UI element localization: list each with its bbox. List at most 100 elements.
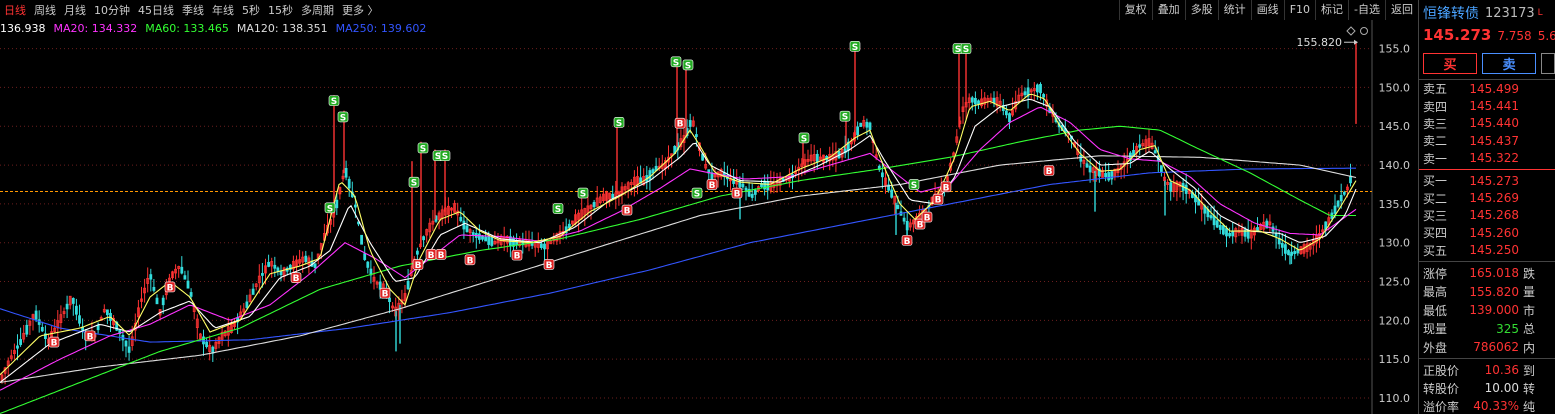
period-tab-7[interactable]: 5秒	[238, 2, 264, 18]
period-tab-2[interactable]: 月线	[60, 2, 90, 18]
buy-signal-marker[interactable]: B	[412, 259, 424, 271]
tool-button-0[interactable]: 复权	[1118, 0, 1152, 20]
sell-signal-marker[interactable]: S	[552, 203, 564, 216]
buy-signal-marker[interactable]: B	[164, 281, 176, 294]
candle-body	[353, 204, 357, 208]
buy-signal-marker[interactable]: B	[84, 330, 96, 343]
max-price-label: 155.820	[1297, 36, 1343, 49]
candle-body	[335, 199, 339, 209]
sell-signal-marker[interactable]: S	[798, 132, 810, 145]
bid-price: 145.260	[1469, 225, 1519, 240]
candle-body	[753, 189, 757, 195]
sell-signal-marker[interactable]: S	[328, 95, 340, 108]
buy-signal-marker[interactable]: B	[674, 117, 686, 130]
buy-signal-marker[interactable]: B	[379, 287, 391, 300]
candle-body	[1280, 243, 1284, 248]
signal-letter: B	[51, 339, 58, 349]
sell-signal-marker[interactable]: S	[670, 56, 682, 68]
buy-signal-marker[interactable]: B	[932, 193, 944, 206]
period-tab-9[interactable]: 多周期	[297, 2, 338, 18]
sell-button[interactable]: 卖	[1482, 53, 1537, 74]
buy-signal-marker[interactable]: B	[1043, 165, 1055, 178]
period-tab-5[interactable]: 季线	[178, 2, 208, 18]
candle-body	[865, 121, 869, 128]
sell-signal-marker[interactable]: S	[849, 40, 861, 53]
sell-signal-marker[interactable]: S	[613, 117, 625, 129]
sell-signal-marker[interactable]: S	[908, 179, 920, 191]
buy-signal-marker[interactable]: B	[921, 211, 933, 224]
bid-price: 145.250	[1469, 243, 1519, 258]
sell-signal-marker[interactable]: S	[691, 187, 703, 200]
signal-letter: B	[514, 252, 521, 262]
kline-chart[interactable]: 155.0 150.0 145.0 140.0 135.0 130.0 125.0 120.0…	[0, 0, 1418, 414]
tool-button-7[interactable]: -自选	[1348, 0, 1385, 20]
period-tab-10[interactable]: 更多 〉	[338, 2, 383, 18]
signal-letter: S	[673, 58, 679, 68]
bond-label: 溢价率	[1423, 399, 1460, 414]
candle-body	[1079, 154, 1083, 162]
sell-signal-marker[interactable]: S	[337, 111, 349, 124]
tool-button-3[interactable]: 统计	[1217, 0, 1251, 20]
bond-label: 正股价	[1423, 363, 1460, 378]
y-tick-label: 120.0	[1379, 314, 1411, 327]
ma-legend-item-2: MA60: 133.465	[145, 22, 229, 35]
candle-body	[1215, 220, 1219, 228]
buy-signal-marker[interactable]: B	[901, 235, 913, 247]
tool-button-1[interactable]: 叠加	[1151, 0, 1185, 20]
sell-signal-marker[interactable]: S	[960, 43, 972, 56]
tool-button-8[interactable]: 返回	[1385, 0, 1418, 20]
candle-body	[1005, 110, 1008, 116]
signal-letter: S	[911, 181, 917, 191]
sell-signal-marker[interactable]: S	[417, 142, 429, 155]
candle-body	[868, 122, 872, 130]
signal-letter: S	[580, 190, 586, 200]
signal-letter: B	[167, 283, 174, 293]
sell-signal-marker[interactable]: S	[577, 187, 589, 200]
buy-signal-marker[interactable]: B	[731, 187, 743, 200]
period-tab-8[interactable]: 15秒	[264, 2, 297, 18]
candle-body	[1023, 91, 1027, 96]
candle-body	[1284, 244, 1287, 254]
stat-value: 165.018	[1469, 266, 1519, 281]
sell-signal-marker[interactable]: S	[324, 202, 336, 215]
period-tab-3[interactable]: 10分钟	[90, 2, 134, 18]
signal-letter: S	[616, 119, 622, 129]
period-tab-0[interactable]: 日线	[0, 2, 30, 18]
buy-signal-marker[interactable]: B	[706, 179, 718, 191]
y-tick-label: 125.0	[1379, 276, 1411, 289]
candle-body	[106, 309, 109, 316]
candle-body	[1222, 225, 1225, 235]
period-tab-4[interactable]: 45日线	[134, 2, 178, 18]
buy-signal-marker[interactable]: B	[511, 249, 523, 262]
sell-signal-marker[interactable]: S	[408, 176, 420, 189]
security-name[interactable]: 恒锋转债	[1423, 3, 1479, 23]
bid-label: 买五	[1423, 243, 1448, 258]
sell-signal-marker[interactable]: S	[839, 110, 851, 123]
more-button[interactable]	[1541, 53, 1555, 74]
candle-body	[815, 153, 819, 163]
sell-signal-marker[interactable]: S	[439, 150, 451, 163]
sell-signal-marker[interactable]: S	[682, 59, 694, 72]
period-tab-1[interactable]: 周线	[30, 2, 60, 18]
tool-button-6[interactable]: 标记	[1315, 0, 1348, 20]
tool-button-2[interactable]: 多股	[1184, 0, 1218, 20]
candle-body	[1212, 215, 1216, 226]
y-tick-label: 150.0	[1379, 81, 1411, 94]
candle-body	[267, 261, 271, 267]
buy-signal-marker[interactable]: B	[48, 336, 60, 349]
period-tab-6[interactable]: 年线	[208, 2, 238, 18]
buy-signal-marker[interactable]: B	[464, 254, 476, 266]
tool-button-5[interactable]: F10	[1283, 0, 1315, 20]
buy-signal-marker[interactable]: B	[621, 204, 633, 217]
buy-button[interactable]: 买	[1423, 53, 1478, 74]
buy-signal-marker[interactable]: B	[425, 249, 437, 261]
buy-signal-marker[interactable]: B	[543, 259, 555, 271]
buy-signal-marker[interactable]: B	[435, 249, 447, 261]
candle-body	[974, 97, 977, 105]
candle-body	[205, 341, 209, 348]
buy-signal-marker[interactable]: B	[940, 181, 952, 194]
bond-row: 转股价 10.00 转	[1419, 379, 1555, 397]
tool-button-4[interactable]: 画线	[1250, 0, 1284, 20]
buy-signal-marker[interactable]: B	[290, 272, 302, 285]
candle-body	[459, 216, 463, 222]
